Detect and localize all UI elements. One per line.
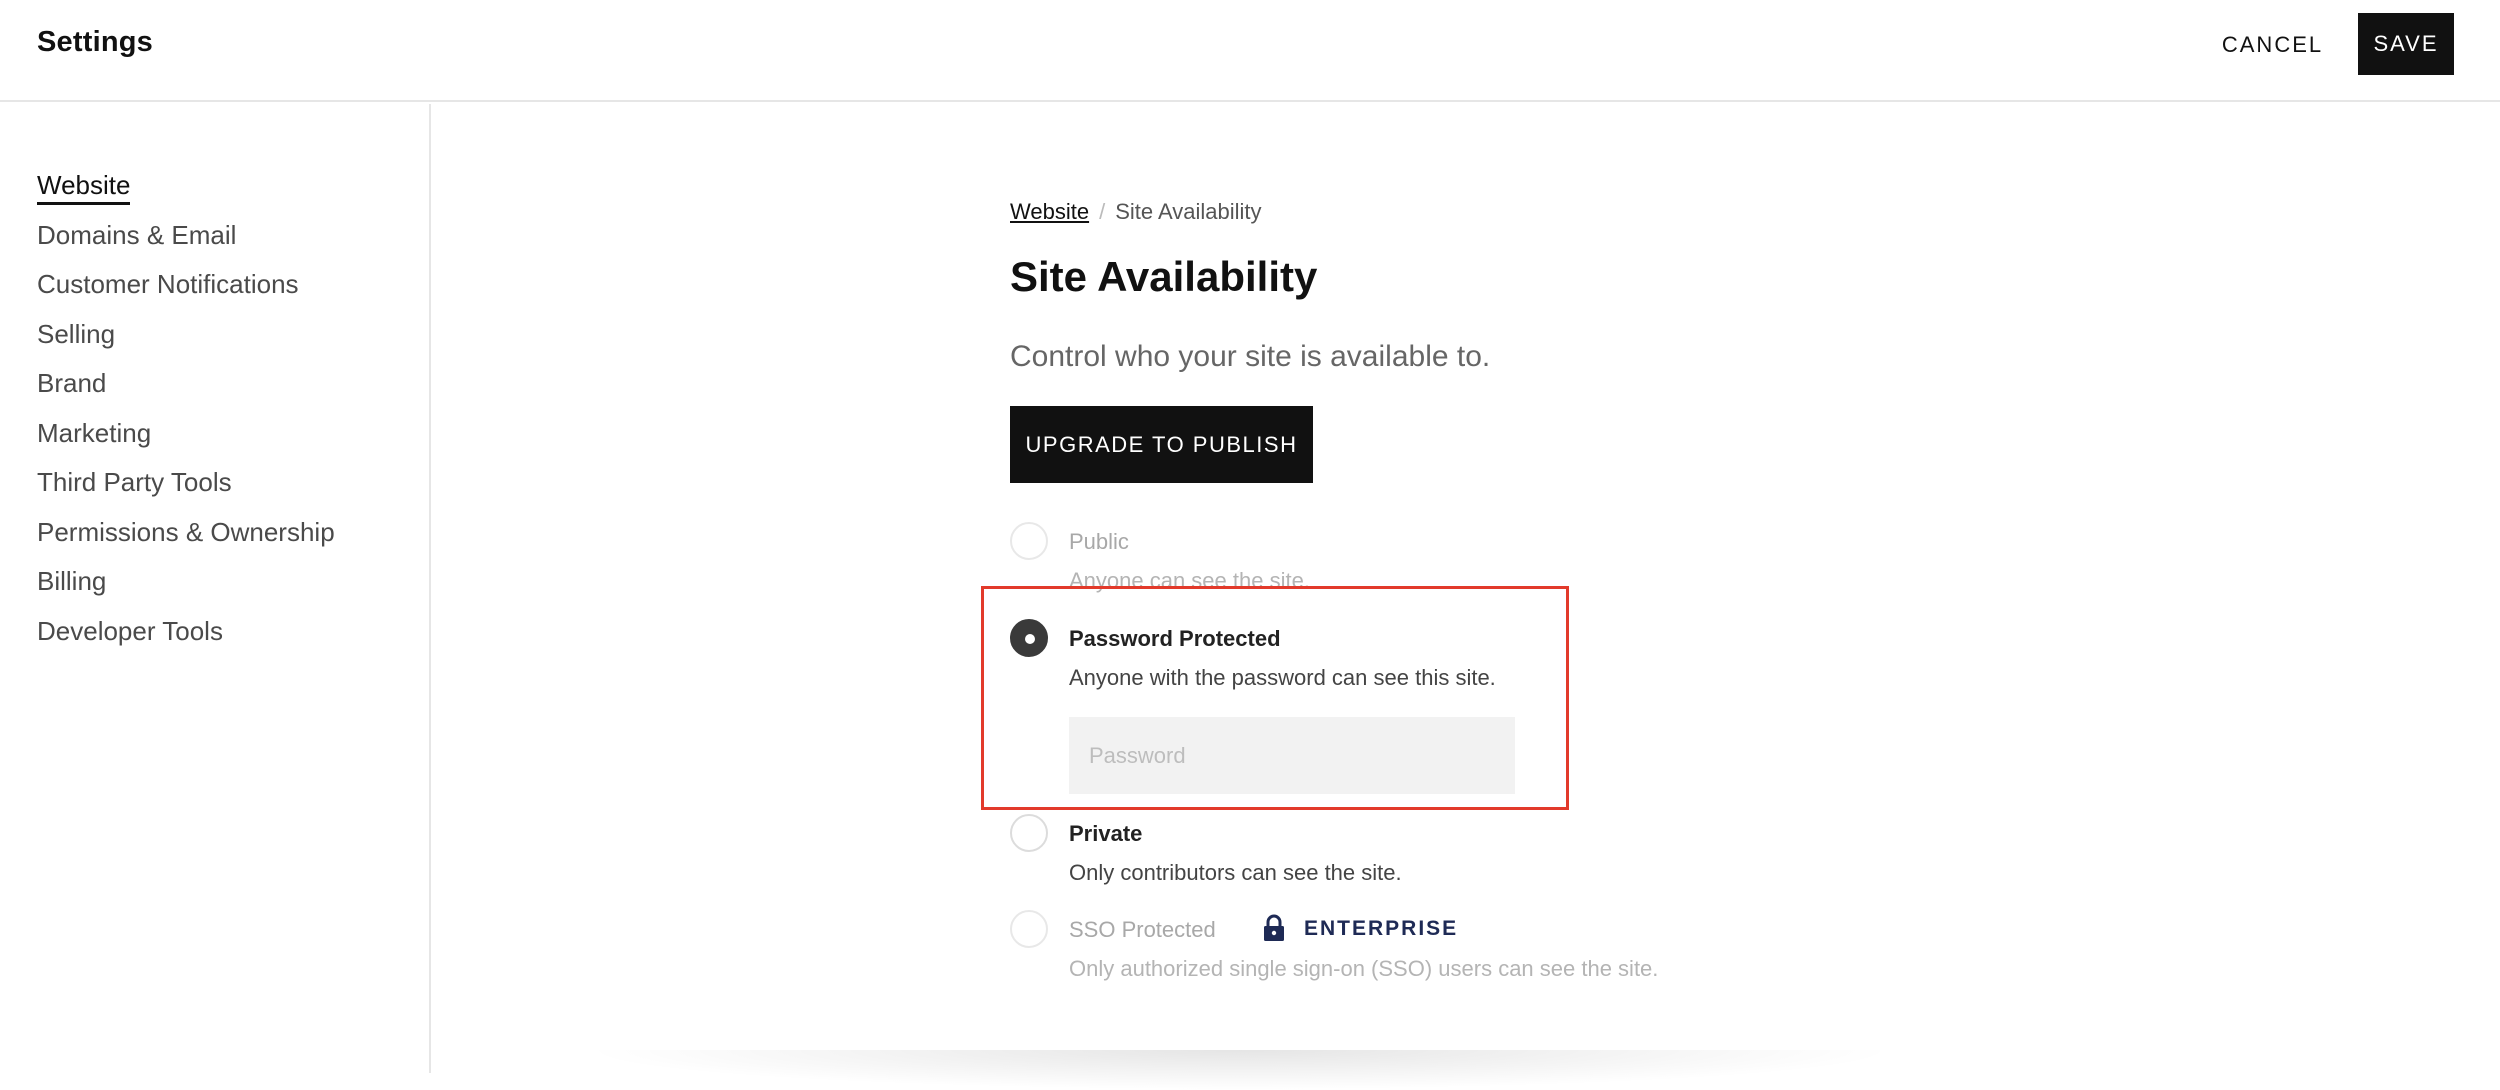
sidebar-item-billing[interactable]: Billing <box>37 566 106 597</box>
sidebar-item-customer-notifications[interactable]: Customer Notifications <box>37 269 299 300</box>
option-private-label: Private <box>1069 821 1143 846</box>
sidebar-item-marketing[interactable]: Marketing <box>37 418 151 449</box>
enterprise-badge: ENTERPRISE <box>1304 917 1459 940</box>
breadcrumb: Website / Site Availability <box>1010 199 1262 225</box>
option-public-desc: Anyone can see the site. <box>1069 568 1310 593</box>
bottom-panel-shadow <box>580 1050 1900 1090</box>
cancel-button[interactable]: CANCEL <box>2205 14 2340 75</box>
breadcrumb-separator: / <box>1099 199 1106 224</box>
sidebar-item-permissions-ownership[interactable]: Permissions & Ownership <box>37 517 335 548</box>
sidebar-item-domains-email[interactable]: Domains & Email <box>37 220 236 251</box>
radio-private[interactable] <box>1010 814 1048 852</box>
page-subtitle: Control who your site is available to. <box>1010 340 1491 373</box>
page-header-title: Settings <box>37 26 153 58</box>
radio-public[interactable] <box>1010 522 1048 560</box>
breadcrumb-website-link[interactable]: Website <box>1010 199 1089 224</box>
option-password-protected-label: Password Protected <box>1069 626 1281 651</box>
sidebar-item-third-party-tools[interactable]: Third Party Tools <box>37 467 232 498</box>
upgrade-to-publish-button[interactable]: UPGRADE TO PUBLISH <box>1010 406 1313 483</box>
password-field[interactable] <box>1069 717 1515 794</box>
radio-sso-protected[interactable] <box>1010 910 1048 948</box>
option-private-desc: Only contributors can see the site. <box>1069 860 1402 885</box>
sidebar-item-website[interactable]: Website <box>37 170 131 205</box>
page-title: Site Availability <box>1010 253 1318 300</box>
settings-header: Settings CANCEL SAVE <box>0 0 2500 102</box>
option-sso-protected-desc: Only authorized single sign-on (SSO) use… <box>1069 956 1659 981</box>
save-button[interactable]: SAVE <box>2358 13 2454 75</box>
settings-sidebar: Website Domains & Email Customer Notific… <box>0 104 431 1073</box>
breadcrumb-current: Site Availability <box>1115 199 1262 224</box>
radio-password-protected[interactable] <box>1010 619 1048 657</box>
lock-icon <box>1264 914 1284 941</box>
sidebar-item-brand[interactable]: Brand <box>37 368 106 399</box>
sidebar-item-selling[interactable]: Selling <box>37 319 115 350</box>
option-sso-protected-label: SSO Protected <box>1069 917 1216 942</box>
option-public-label: Public <box>1069 529 1129 554</box>
option-password-protected-desc: Anyone with the password can see this si… <box>1069 665 1496 690</box>
sidebar-item-developer-tools[interactable]: Developer Tools <box>37 616 223 647</box>
